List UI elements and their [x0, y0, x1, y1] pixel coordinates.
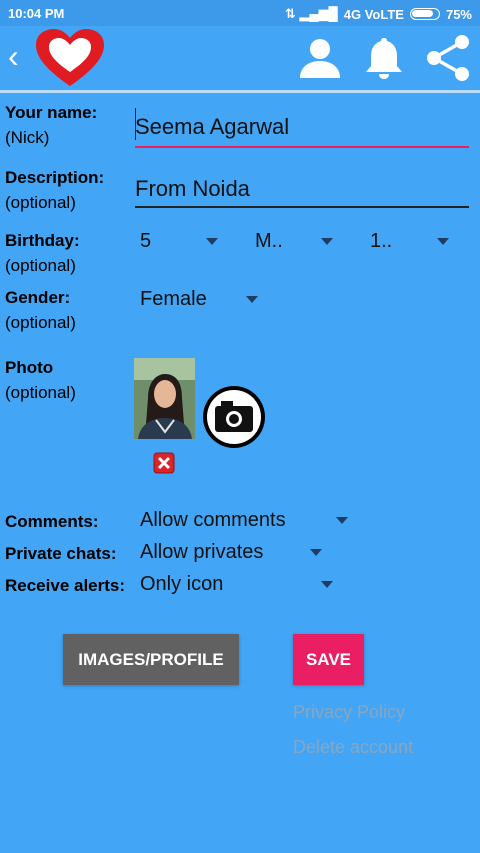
text-cursor [135, 108, 136, 140]
name-input-value[interactable]: Seema Agarwal [135, 114, 289, 140]
name-label: Your name: (Nick) [5, 103, 98, 147]
private-chats-select[interactable]: Allow privates [140, 541, 330, 565]
description-input-value[interactable]: From Noida [135, 176, 250, 202]
status-right: ⇅ ▂▄▆█ 4G VoLTE 75% [285, 6, 472, 22]
birthday-day-value: 5 [140, 230, 152, 252]
camera-icon[interactable] [199, 385, 269, 449]
birthday-year-select[interactable]: 1.. [370, 230, 455, 254]
remove-photo-icon[interactable] [153, 452, 175, 474]
status-time: 10:04 PM [8, 6, 65, 21]
dropdown-arrow-icon [321, 238, 333, 245]
birthday-month-value: M.. [255, 230, 283, 252]
user-icon[interactable] [296, 34, 344, 82]
receive-alerts-select[interactable]: Only icon [140, 573, 340, 597]
birthday-month-select[interactable]: M.. [255, 230, 340, 254]
save-button[interactable]: SAVE [293, 634, 364, 685]
private-chats-value: Allow privates [140, 541, 264, 563]
name-input-underline [135, 146, 469, 148]
gender-value: Female [140, 288, 207, 310]
battery-percent: 75% [445, 6, 472, 22]
dropdown-arrow-icon [336, 517, 348, 524]
photo-label: Photo (optional) [5, 358, 76, 402]
birthday-year-value: 1.. [370, 230, 393, 252]
dropdown-arrow-icon [437, 238, 449, 245]
comments-value: Allow comments [140, 509, 286, 531]
privacy-policy-link[interactable]: Privacy Policy [293, 702, 405, 723]
status-bar: 10:04 PM ⇅ ▂▄▆█ 4G VoLTE 75% [0, 0, 480, 26]
dropdown-arrow-icon [206, 238, 218, 245]
gender-select[interactable]: Female [140, 288, 270, 312]
toolbar: ‹ [0, 26, 480, 90]
images-profile-button[interactable]: IMAGES/PROFILE [63, 634, 239, 685]
share-icon[interactable] [424, 34, 472, 82]
battery-icon [409, 8, 440, 20]
receive-alerts-label: Receive alerts: [5, 576, 126, 595]
toolbar-divider [0, 90, 480, 93]
dropdown-arrow-icon [310, 549, 322, 556]
gender-label: Gender: (optional) [5, 288, 76, 332]
bell-icon[interactable] [360, 34, 408, 82]
description-input-underline [135, 206, 469, 208]
comments-select[interactable]: Allow comments [140, 509, 355, 533]
heart-logo-icon [36, 29, 104, 86]
profile-photo-thumbnail[interactable] [134, 358, 195, 439]
chevron-left-icon[interactable]: ‹ [8, 40, 19, 72]
network-label: 4G VoLTE [343, 6, 404, 22]
delete-account-link[interactable]: Delete account [293, 737, 413, 758]
comments-label: Comments: [5, 512, 99, 531]
name-input[interactable]: Seema Agarwal [135, 108, 471, 148]
signal-icon: ⇅ ▂▄▆█ [284, 6, 338, 21]
description-label: Description: (optional) [5, 168, 105, 212]
birthday-label: Birthday: (optional) [5, 231, 80, 275]
birthday-day-select[interactable]: 5 [140, 230, 225, 254]
description-input[interactable]: From Noida [135, 172, 471, 210]
private-chats-label: Private chats: [5, 544, 117, 563]
receive-alerts-value: Only icon [140, 573, 224, 595]
dropdown-arrow-icon [321, 581, 333, 588]
dropdown-arrow-icon [246, 296, 258, 303]
